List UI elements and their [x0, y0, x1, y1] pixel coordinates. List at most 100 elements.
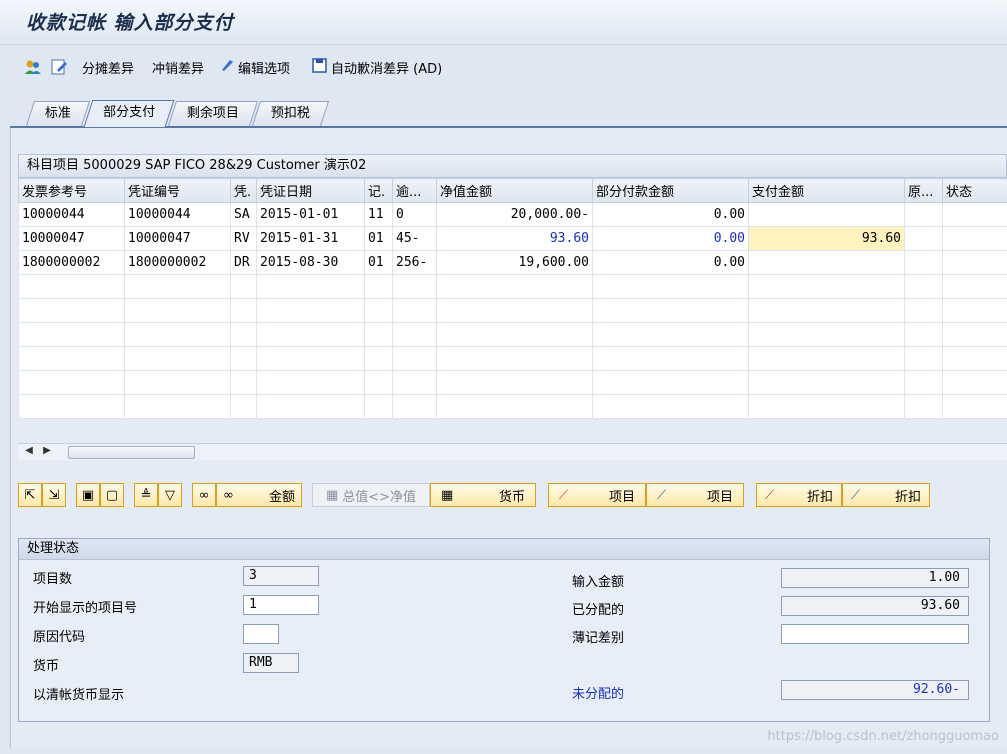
cell: SA: [230, 202, 257, 227]
processing-status-box: 处理状态 项目数 3 开始显示的项目号 1 原因代码 货币 RMB 以清帐货币显…: [18, 538, 990, 722]
gross-net-button: ▦ 总值<>净值: [312, 483, 430, 507]
tab-strip: 标准 部分支付 剩余项目 预扣税: [25, 100, 330, 127]
edit-options-label: 编辑选项: [238, 61, 291, 77]
cell: 93.60: [436, 226, 593, 251]
cell: 2015-08-30: [256, 250, 365, 275]
reason-code-input[interactable]: [243, 624, 279, 644]
payment-amount-cell[interactable]: [748, 250, 905, 275]
payment-amount-cell[interactable]: [748, 202, 905, 227]
write-off-difference-label: 冲销差异: [152, 61, 205, 77]
cell: [904, 202, 943, 227]
deactivate-items-button[interactable]: ▢: [100, 483, 124, 507]
column-header[interactable]: 状态: [942, 178, 1007, 203]
cell: 10000047: [18, 226, 125, 251]
column-header[interactable]: 凭.: [230, 178, 257, 203]
activate-items-button[interactable]: ▣: [76, 483, 100, 507]
cell: 2015-01-31: [256, 226, 365, 251]
find-amount-button[interactable]: ∞ 金额: [216, 483, 302, 507]
grid-button-bar: ⇱ ⇲ ▣ ▢ ≜ ▽ ∞ ∞ 金额 ▦ 总值<>净值 ▦ 货币 ⟋ 项目 ⟋ …: [18, 483, 930, 509]
scroll-left-icon[interactable]: ◀: [22, 445, 36, 456]
magic-wand-icon: ⟋: [559, 487, 569, 503]
item-button-1[interactable]: ⟋ 项目: [548, 483, 646, 507]
table-row[interactable]: 10000047 10000047 RV 2015-01-31 01 45- 9…: [18, 226, 1007, 251]
magic-wand-icon: ⟋: [851, 487, 861, 503]
difference-input[interactable]: [781, 624, 969, 644]
cell: 0.00: [592, 250, 749, 275]
cell: 11: [364, 202, 393, 227]
write-off-difference-button[interactable]: 冲销差异: [152, 58, 204, 77]
column-header[interactable]: 部分付款金额: [592, 178, 749, 203]
column-header[interactable]: 净值金额: [436, 178, 593, 203]
calculator-icon: ▦: [441, 487, 454, 503]
table-row[interactable]: 1800000002 1800000002 DR 2015-08-30 01 2…: [18, 250, 1007, 275]
edit-icon[interactable]: [50, 58, 68, 76]
currency-button[interactable]: ▦ 货币: [430, 483, 536, 507]
discount-button-1[interactable]: ⟋ 折扣: [756, 483, 842, 507]
item-button-2[interactable]: ⟋ 项目: [646, 483, 744, 507]
item-button-1-label: 项目: [608, 489, 635, 505]
currency-label: 货币: [33, 659, 60, 674]
tab-standard-label: 标准: [44, 106, 71, 121]
discount-button-2-label: 折扣: [894, 489, 921, 505]
tab-withholding-tax[interactable]: 预扣税: [251, 101, 330, 126]
select-all-icon: ⇱: [24, 487, 36, 503]
table-row[interactable]: 10000044 10000044 SA 2015-01-01 11 0 20,…: [18, 202, 1007, 227]
cell: 20,000.00-: [436, 202, 593, 227]
cell: RV: [230, 226, 257, 251]
scroll-thumb[interactable]: [68, 446, 195, 459]
column-header[interactable]: 发票参考号: [18, 178, 125, 203]
tab-partial-payment[interactable]: 部分支付: [83, 100, 175, 127]
currency-field: RMB: [243, 653, 299, 673]
deactivate-icon: ▢: [105, 487, 119, 503]
column-header[interactable]: 支付金额: [748, 178, 905, 203]
auto-write-off-button[interactable]: 自动歉消差异 (AD): [312, 57, 442, 77]
tab-residual-items[interactable]: 剩余项目: [167, 101, 259, 126]
filter-button[interactable]: ▽: [158, 483, 182, 507]
deselect-all-button[interactable]: ⇲: [42, 483, 66, 507]
cell: [942, 202, 1007, 227]
payment-amount-input[interactable]: 93.60: [748, 226, 905, 251]
cell: [942, 226, 1007, 251]
processing-status-heading: 处理状态: [19, 539, 989, 560]
sort-ascending-icon: ≜: [140, 487, 152, 503]
scroll-right-icon[interactable]: ▶: [40, 445, 54, 456]
edit-options-button[interactable]: 编辑选项: [220, 58, 290, 77]
deselect-all-icon: ⇲: [48, 487, 60, 503]
column-header[interactable]: 凭证日期: [256, 178, 365, 203]
cell: 01: [364, 250, 393, 275]
table-row: [18, 370, 1007, 395]
cell: [904, 250, 943, 275]
column-header[interactable]: 凭证编号: [124, 178, 231, 203]
assigned-field: 93.60: [781, 596, 969, 616]
assigned-label: 已分配的: [572, 603, 625, 618]
reason-cell[interactable]: [904, 226, 943, 251]
cell: 0.00: [592, 202, 749, 227]
person-icon[interactable]: [24, 58, 42, 76]
cell: 10000044: [124, 202, 231, 227]
distribute-difference-button[interactable]: 分摊差异: [82, 58, 134, 77]
clearing-currency-label: 以清帐货币显示: [33, 688, 125, 703]
cell: DR: [230, 250, 257, 275]
item-button-2-label: 项目: [706, 489, 733, 505]
sort-ascending-button[interactable]: ≜: [134, 483, 158, 507]
save-icon: [312, 57, 327, 77]
column-header[interactable]: 原...: [904, 178, 943, 203]
cell: 1800000002: [18, 250, 125, 275]
items-table: 发票参考号 凭证编号 凭. 凭证日期 记. 逾... 净值金额 部分付款金额 支…: [18, 178, 1007, 419]
tab-partial-payment-label: 部分支付: [103, 105, 156, 120]
select-all-button[interactable]: ⇱: [18, 483, 42, 507]
first-item-label: 开始显示的项目号: [33, 601, 138, 616]
tab-standard[interactable]: 标准: [25, 101, 91, 126]
column-header[interactable]: 记.: [364, 178, 393, 203]
binoculars-icon: ∞: [198, 487, 210, 503]
column-header[interactable]: 逾...: [392, 178, 437, 203]
application-toolbar: 分摊差异 冲销差异 编辑选项 自动歉消差异 (AD): [0, 50, 1007, 84]
items-table-container: 科目项目 5000029 SAP FICO 28&29 Customer 演示0…: [18, 154, 1007, 419]
item-count-label: 项目数: [33, 572, 73, 587]
cell: 19,600.00: [436, 250, 593, 275]
find-button[interactable]: ∞: [192, 483, 216, 507]
first-item-input[interactable]: 1: [243, 595, 319, 615]
entered-amount-field: 1.00: [781, 568, 969, 588]
discount-button-2[interactable]: ⟋ 折扣: [842, 483, 930, 507]
horizontal-scrollbar[interactable]: ◀ ▶: [18, 443, 1007, 460]
